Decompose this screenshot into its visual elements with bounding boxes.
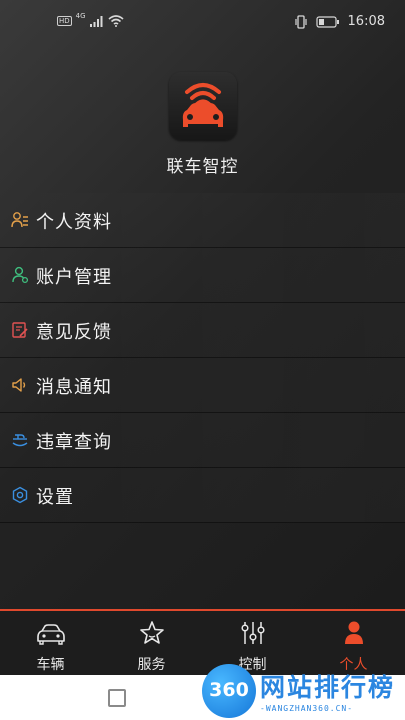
- gear-icon: [12, 486, 28, 504]
- watermark-title: 网站排行榜: [260, 673, 396, 702]
- app-name: 联车智控: [166, 157, 239, 177]
- star-icon: [139, 621, 164, 644]
- battery-icon: [315, 15, 339, 28]
- profile-icon: [11, 212, 28, 228]
- feedback-icon: [12, 322, 28, 338]
- status-bar: HD 4G 16:08: [0, 0, 405, 46]
- tab-vehicle[interactable]: 车辆: [0, 611, 101, 675]
- menu-label: 违章查询: [36, 432, 112, 453]
- menu-label: 设置: [36, 487, 74, 508]
- menu-label: 意见反馈: [36, 322, 112, 343]
- menu-item-settings[interactable]: 设置: [0, 468, 405, 523]
- profile-menu: 个人资料 账户管理 意见反馈 消息通知 违章查询 设置: [0, 193, 405, 523]
- status-right: 16:08: [294, 14, 385, 29]
- tab-label: 服务: [137, 657, 166, 673]
- network-type: 4G: [75, 12, 86, 20]
- sliders-icon: [240, 622, 265, 644]
- vibrate-icon: [294, 14, 307, 29]
- menu-item-profile[interactable]: 个人资料: [0, 193, 405, 248]
- menu-label: 消息通知: [36, 377, 112, 398]
- menu-item-notifications[interactable]: 消息通知: [0, 358, 405, 413]
- menu-item-account[interactable]: 账户管理: [0, 248, 405, 303]
- car-icon: [36, 624, 65, 645]
- watermark: 360 网站排行榜 -WANGZHAN360.CN-: [196, 660, 405, 720]
- menu-item-feedback[interactable]: 意见反馈: [0, 303, 405, 358]
- tab-service[interactable]: 服务: [101, 611, 202, 675]
- menu-item-violations[interactable]: 违章查询: [0, 413, 405, 468]
- menu-label: 账户管理: [36, 267, 112, 288]
- clock: 16:08: [347, 14, 385, 29]
- speaker-icon: [12, 378, 26, 392]
- signal-icon: [89, 16, 103, 27]
- wifi-icon: [108, 15, 124, 27]
- status-left: HD 4G: [57, 12, 124, 27]
- overview-button[interactable]: [108, 689, 126, 707]
- menu-label: 个人资料: [36, 212, 112, 233]
- watermark-subtitle: -WANGZHAN360.CN-: [260, 704, 354, 713]
- app-screen: HD 4G 16:08 联车智控 个人资料 账户管理 意见反馈 消息通知 违章查…: [0, 0, 405, 675]
- violation-icon: [12, 434, 28, 447]
- car-signal-logo-icon: [182, 83, 224, 127]
- account-icon: [12, 266, 29, 284]
- tab-label: 车辆: [36, 657, 65, 673]
- watermark-logo: 360: [202, 664, 256, 718]
- app-logo: [169, 72, 237, 140]
- hd-badge: HD: [57, 16, 72, 26]
- person-icon: [344, 621, 363, 644]
